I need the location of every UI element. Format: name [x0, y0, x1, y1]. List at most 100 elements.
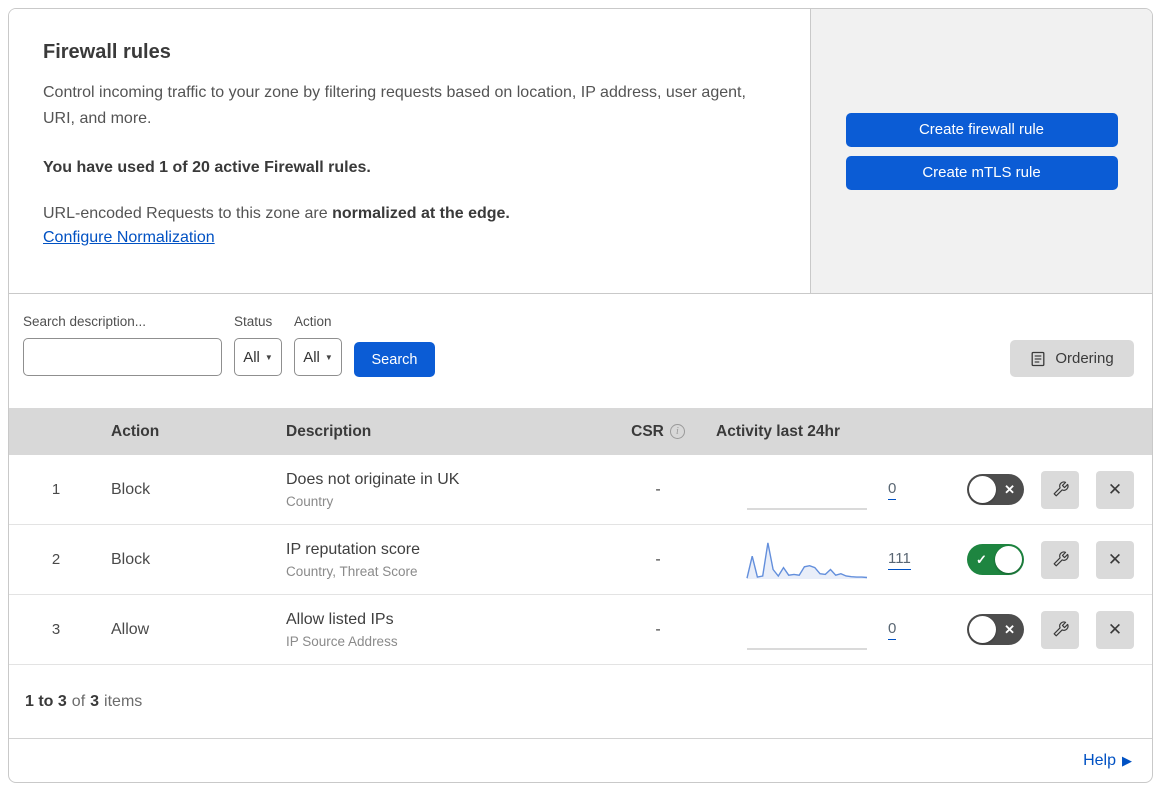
help-link[interactable]: Help ▶ [1083, 752, 1132, 770]
rule-csr-value: - [655, 550, 661, 568]
table-row: 2 Block IP reputation score Country, Thr… [9, 525, 1152, 595]
page-description: Control incoming traffic to your zone by… [43, 84, 746, 128]
ordering-button[interactable]: Ordering [1010, 340, 1134, 377]
rule-priority: 3 [51, 621, 61, 638]
normalization-bold: normalized at the edge. [332, 204, 510, 222]
delete-rule-button[interactable]: ✕ [1096, 540, 1134, 579]
column-csr-label: CSR [631, 422, 664, 440]
edit-rule-button[interactable] [1041, 540, 1079, 579]
search-input[interactable] [40, 342, 239, 372]
info-icon[interactable]: i [669, 424, 685, 439]
column-csr: CSR i [608, 423, 708, 441]
rule-csr-value: - [655, 480, 661, 498]
table-row: 1 Block Does not originate in UK Country… [9, 455, 1152, 525]
delete-rule-button[interactable]: ✕ [1096, 470, 1134, 509]
action-label: Action [294, 314, 332, 329]
help-link-label: Help [1083, 751, 1116, 769]
ordering-button-label: Ordering [1055, 350, 1114, 367]
close-icon: ✕ [1107, 619, 1123, 639]
wrench-icon [1053, 551, 1069, 567]
rule-action: Block [111, 550, 151, 568]
of-text: of [71, 692, 86, 710]
rule-fields: Country [286, 493, 334, 509]
rule-enabled-toggle[interactable]: ✓ ✕ [967, 474, 1024, 505]
rule-fields: Country, Threat Score [286, 563, 418, 579]
action-select[interactable]: All ▼ [294, 338, 342, 376]
status-label: Status [234, 314, 273, 329]
create-mtls-rule-button[interactable]: Create mTLS rule [845, 155, 1118, 190]
action-filter-group: Action All ▼ [294, 314, 342, 376]
status-filter-group: Status All ▼ [234, 314, 282, 376]
rule-csr-value: - [655, 620, 661, 638]
items-text: items [104, 692, 143, 710]
edit-rule-button[interactable] [1041, 470, 1079, 509]
activity-count-link[interactable]: 0 [888, 480, 897, 500]
rule-enabled-toggle[interactable]: ✓ ✕ [967, 544, 1024, 575]
action-value: All [303, 348, 320, 366]
activity-sparkline [746, 468, 868, 512]
filter-bar: Search description... Status All ▼ Actio… [9, 294, 1152, 408]
rule-description-cell: IP reputation score Country, Threat Scor… [278, 541, 608, 579]
search-label: Search description... [23, 314, 147, 329]
rule-controls: ✓ ✕ ✕ [948, 610, 1152, 649]
activity-sparkline [746, 538, 868, 582]
toggle-x-icon: ✕ [1004, 481, 1015, 497]
rule-action: Allow [111, 620, 150, 638]
status-value: All [243, 348, 260, 366]
column-activity: Activity last 24hr [716, 422, 841, 440]
delete-rule-button[interactable]: ✕ [1096, 610, 1134, 649]
rule-activity-cell: 111 [708, 538, 948, 582]
help-row: Help ▶ [9, 738, 1152, 782]
rule-activity-cell: 0 [708, 608, 948, 652]
configure-normalization-link[interactable]: Configure Normalization [43, 229, 215, 247]
edit-rule-button[interactable] [1041, 610, 1079, 649]
chevron-down-icon: ▼ [324, 352, 333, 362]
wrench-icon [1053, 481, 1069, 497]
rule-description: Does not originate in UK [286, 470, 460, 488]
normalization-prefix: URL-encoded Requests to this zone are [43, 204, 333, 222]
rule-priority: 1 [51, 481, 61, 498]
toggle-knob [995, 546, 1022, 573]
normalization-note: URL-encoded Requests to this zone are no… [43, 205, 776, 223]
status-select[interactable]: All ▼ [234, 338, 282, 376]
rule-description-cell: Does not originate in UK Country [278, 471, 608, 509]
activity-count-link[interactable]: 0 [888, 620, 897, 640]
chevron-down-icon: ▼ [264, 352, 273, 362]
list-document-icon [1031, 351, 1045, 366]
wrench-icon [1053, 621, 1069, 637]
header-section: Firewall rules Control incoming traffic … [9, 9, 1152, 294]
close-icon: ✕ [1107, 549, 1123, 569]
rule-enabled-toggle[interactable]: ✓ ✕ [967, 614, 1024, 645]
table-row: 3 Allow Allow listed IPs IP Source Addre… [9, 595, 1152, 665]
rule-fields: IP Source Address [286, 633, 398, 649]
column-description: Description [286, 422, 372, 440]
page-title: Firewall rules [43, 41, 171, 63]
toggle-knob [969, 616, 996, 643]
action-panel: Create firewall rule Create mTLS rule [810, 9, 1152, 293]
rule-description-cell: Allow listed IPs IP Source Address [278, 611, 608, 649]
activity-sparkline [746, 608, 868, 652]
search-group: Search description... [23, 314, 239, 376]
search-box [23, 338, 239, 376]
activity-count-link[interactable]: 111 [888, 550, 911, 570]
rule-action: Block [111, 480, 151, 498]
help-arrow-icon: ▶ [1122, 752, 1132, 768]
rule-controls: ✓ ✕ ✕ [948, 470, 1152, 509]
total-count: 3 [90, 692, 100, 710]
column-action: Action [111, 422, 160, 440]
header-text-panel: Firewall rules Control incoming traffic … [9, 9, 810, 293]
rule-description: IP reputation score [286, 540, 421, 558]
usage-summary: You have used 1 of 20 active Firewall ru… [43, 158, 371, 176]
create-firewall-rule-button[interactable]: Create firewall rule [845, 112, 1118, 147]
range-text: 1 to 3 [25, 692, 67, 710]
rule-description: Allow listed IPs [286, 610, 394, 628]
table-header: Action Description CSR i Activity last 2… [9, 408, 1152, 455]
toggle-check-icon: ✓ [976, 551, 987, 567]
firewall-rules-card: Firewall rules Control incoming traffic … [8, 8, 1153, 783]
rule-priority: 2 [51, 551, 61, 568]
search-button[interactable]: Search [354, 342, 435, 377]
close-icon: ✕ [1107, 479, 1123, 499]
toggle-knob [969, 476, 996, 503]
rule-controls: ✓ ✕ ✕ [948, 540, 1152, 579]
toggle-x-icon: ✕ [1004, 621, 1015, 637]
